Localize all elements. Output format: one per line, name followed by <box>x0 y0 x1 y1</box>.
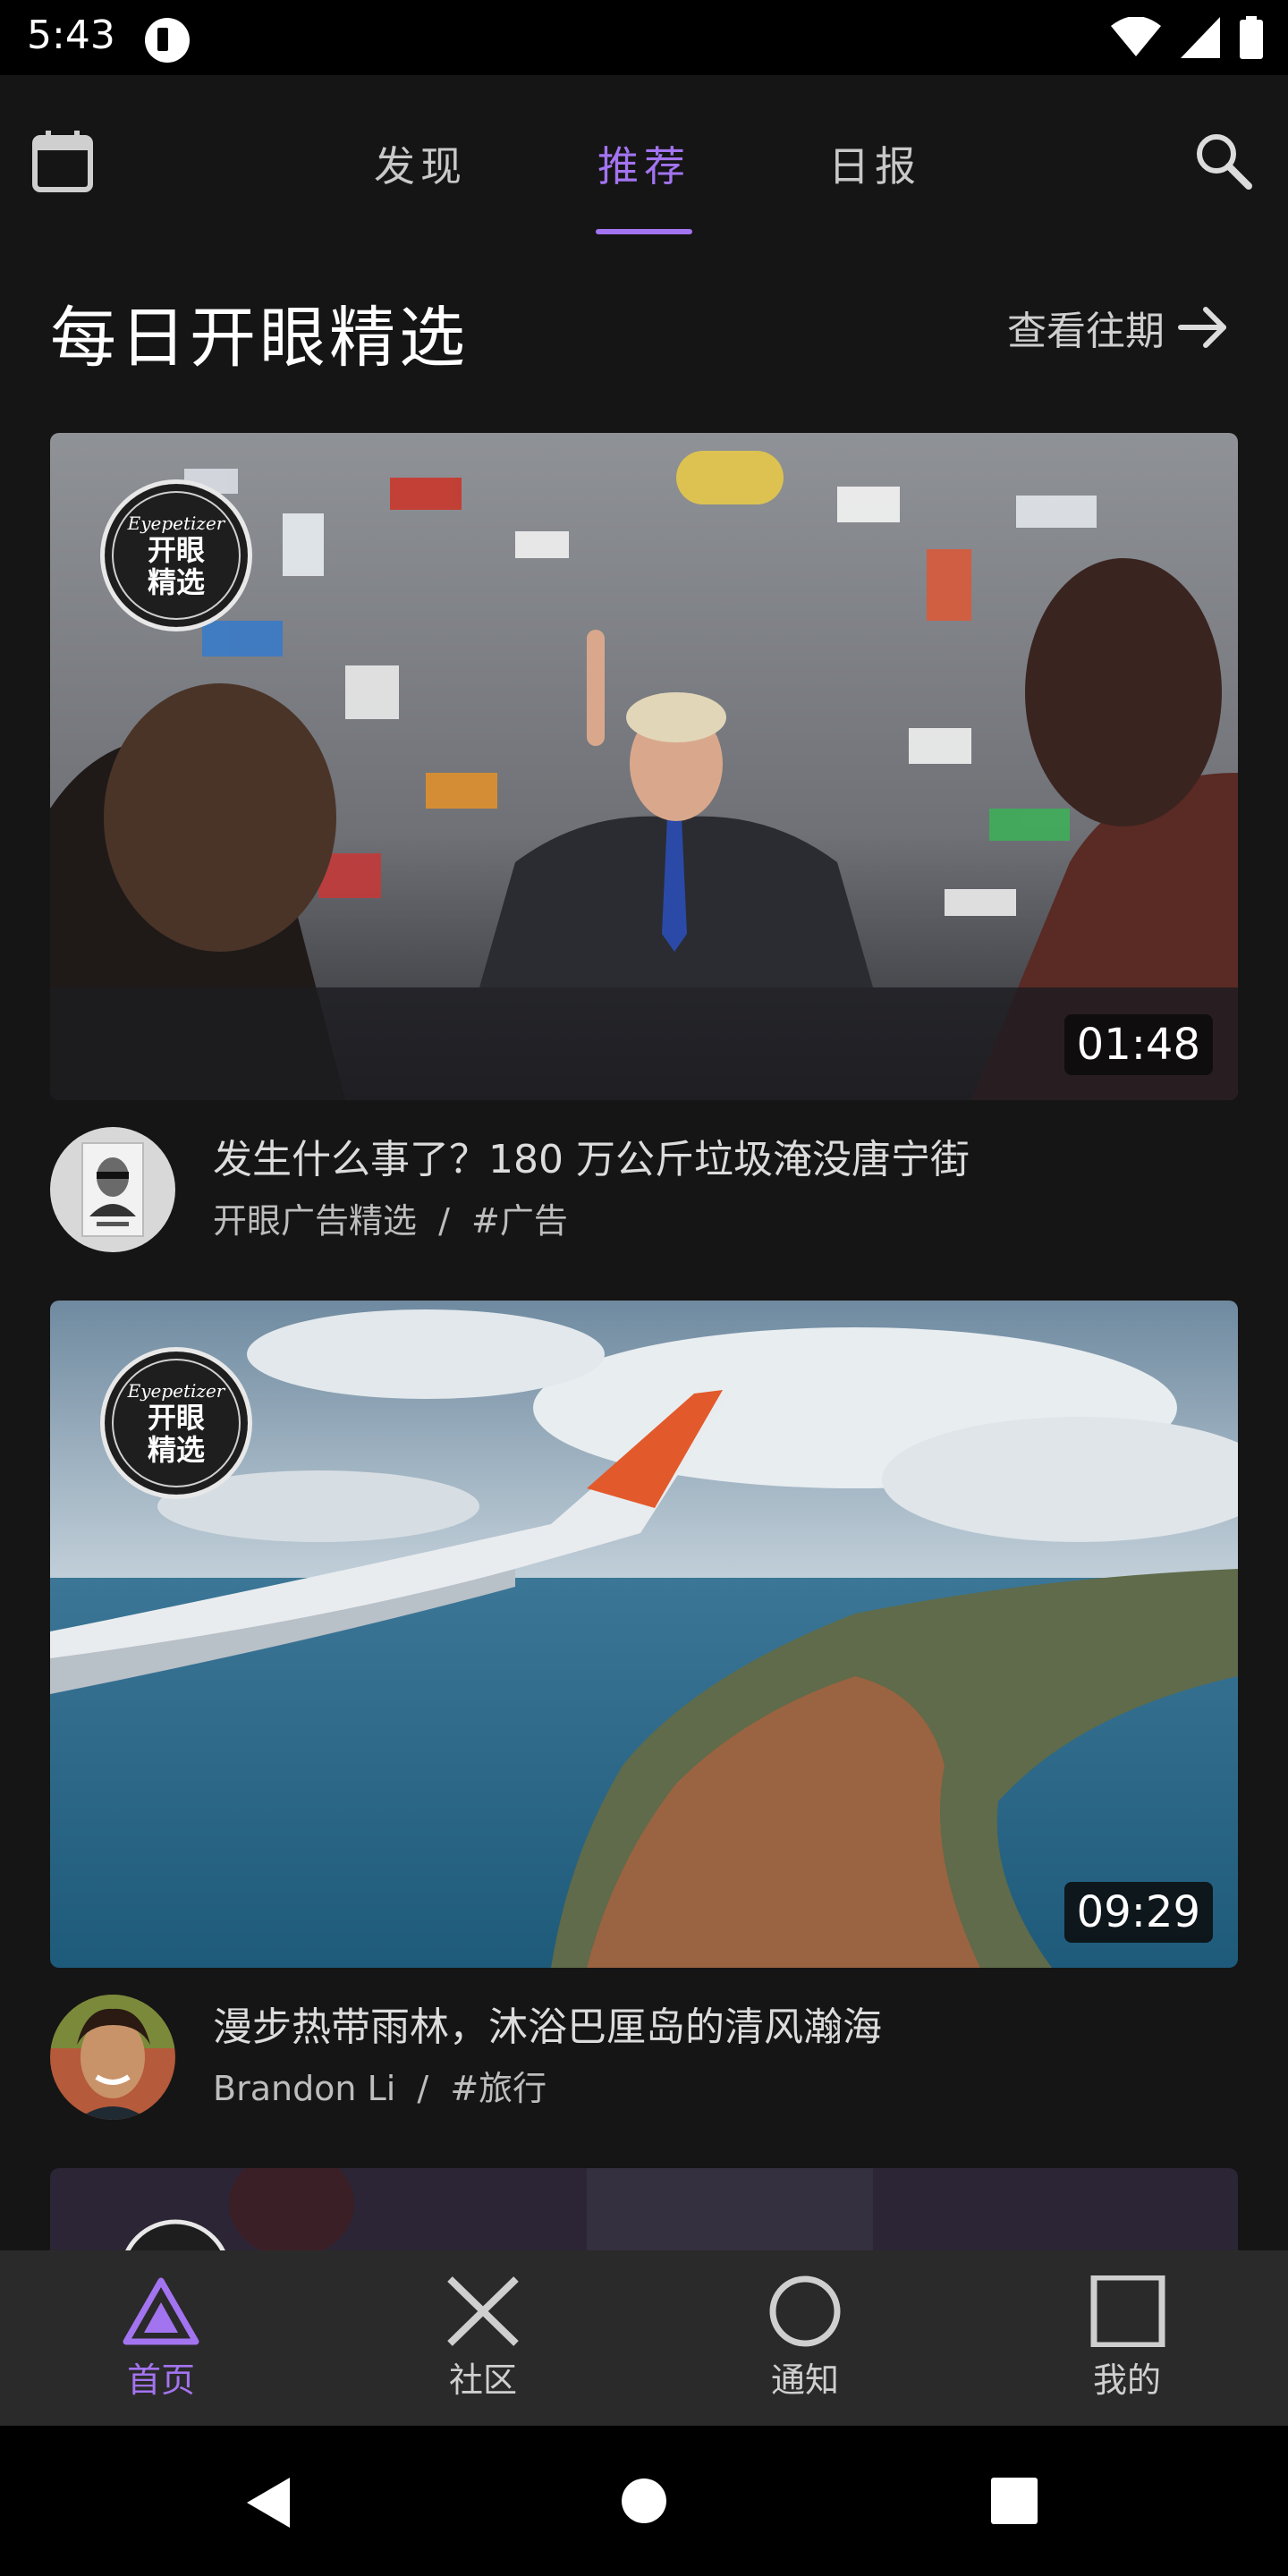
tab-discover[interactable]: 发现 <box>374 134 467 193</box>
video-thumbnail[interactable]: Eyepetizer 开眼 精选 01:48 <box>50 433 1238 1100</box>
video-card[interactable] <box>50 2168 1238 2250</box>
badge-line1: 开眼 <box>147 533 205 567</box>
eyepetizer-badge: Eyepetizer 开眼 精选 <box>100 479 252 631</box>
nav-community-label: 社区 <box>448 2360 517 2400</box>
tab-recommend[interactable]: 推荐 <box>597 134 691 193</box>
tab-daily[interactable]: 日报 <box>828 134 921 193</box>
status-time: 5:43 <box>27 13 115 58</box>
status-bar: 5:43 <box>0 0 1288 75</box>
view-past-label: 查看往期 <box>1007 309 1165 354</box>
circle-icon <box>769 2275 841 2347</box>
search-icon[interactable] <box>1191 129 1254 191</box>
section-title: 每日开眼精选 <box>50 300 469 377</box>
video-tag[interactable]: #广告 <box>471 1201 568 1241</box>
triangle-icon <box>123 2277 199 2345</box>
video-author[interactable]: Brandon Li <box>213 2069 395 2108</box>
avatar[interactable] <box>50 1127 175 1252</box>
video-subtitle: Brandon Li / #旅行 <box>213 2061 547 2110</box>
video-tag[interactable]: #旅行 <box>450 2069 547 2108</box>
badge-script: Eyepetizer <box>127 513 225 534</box>
thumbnail-image <box>50 2168 1238 2250</box>
tab-indicator <box>596 229 692 234</box>
nav-notifications-label: 通知 <box>770 2360 839 2400</box>
video-author[interactable]: 开眼广告精选 <box>213 1201 417 1241</box>
nav-home[interactable]: 首页 <box>72 2275 250 2402</box>
system-navigation-bar <box>0 2426 1288 2576</box>
signal-icon <box>1181 17 1220 58</box>
status-icons <box>1111 16 1263 59</box>
calendar-icon[interactable] <box>30 129 95 193</box>
video-title[interactable]: 漫步热带雨林，沐浴巴厘岛的清风瀚海 <box>213 1995 882 2052</box>
video-duration: 01:48 <box>1063 1014 1213 1075</box>
video-subtitle: 开眼广告精选 / #广告 <box>213 1193 568 1242</box>
top-app-bar: 发现 推荐 日报 <box>0 75 1288 242</box>
video-meta: 发生什么事了？180 万公斤垃圾淹没唐宁街 开眼广告精选 / #广告 <box>50 1100 1238 1252</box>
view-past-link[interactable]: 查看往期 <box>1007 299 1229 356</box>
video-title[interactable]: 发生什么事了？180 万公斤垃圾淹没唐宁街 <box>213 1127 970 1184</box>
video-card[interactable]: Eyepetizer 开眼 精选 01:48 发生什么事了？180 万公斤垃圾淹… <box>50 433 1238 1252</box>
subtitle-separator: / <box>417 2069 429 2108</box>
battery-icon <box>1240 16 1263 59</box>
bottom-navigation: 首页 社区 通知 我的 <box>0 2250 1288 2426</box>
video-duration: 09:29 <box>1063 1882 1213 1943</box>
back-icon[interactable] <box>243 2476 293 2529</box>
badge-line2: 精选 <box>147 565 205 599</box>
square-icon <box>1090 2275 1165 2347</box>
nav-me[interactable]: 我的 <box>1038 2275 1216 2402</box>
subtitle-separator: / <box>438 1201 450 1241</box>
video-card[interactable]: Eyepetizer 开眼 精选 09:29 漫步热带雨林，沐浴巴厘岛的清风瀚海… <box>50 1301 1238 2120</box>
recents-icon[interactable] <box>991 2478 1038 2524</box>
wifi-icon <box>1111 17 1161 56</box>
cross-icon <box>447 2276 519 2346</box>
nav-notifications[interactable]: 通知 <box>716 2275 894 2402</box>
avatar[interactable] <box>50 1995 175 2120</box>
video-thumbnail[interactable]: Eyepetizer 开眼 精选 09:29 <box>50 1301 1238 1968</box>
app-notification-icon <box>145 18 190 63</box>
arrow-right-icon <box>1178 307 1226 348</box>
home-icon[interactable] <box>621 2478 667 2524</box>
eyepetizer-badge: Eyepetizer 开眼 精选 <box>100 1347 252 1499</box>
video-meta: 漫步热带雨林，沐浴巴厘岛的清风瀚海 Brandon Li / #旅行 <box>50 1968 1238 2120</box>
nav-home-label: 首页 <box>126 2360 195 2400</box>
badge-line2: 精选 <box>147 1433 205 1467</box>
badge-line1: 开眼 <box>147 1401 205 1435</box>
badge-script: Eyepetizer <box>127 1380 225 1402</box>
nav-community[interactable]: 社区 <box>394 2275 572 2402</box>
nav-me-label: 我的 <box>1092 2360 1161 2400</box>
